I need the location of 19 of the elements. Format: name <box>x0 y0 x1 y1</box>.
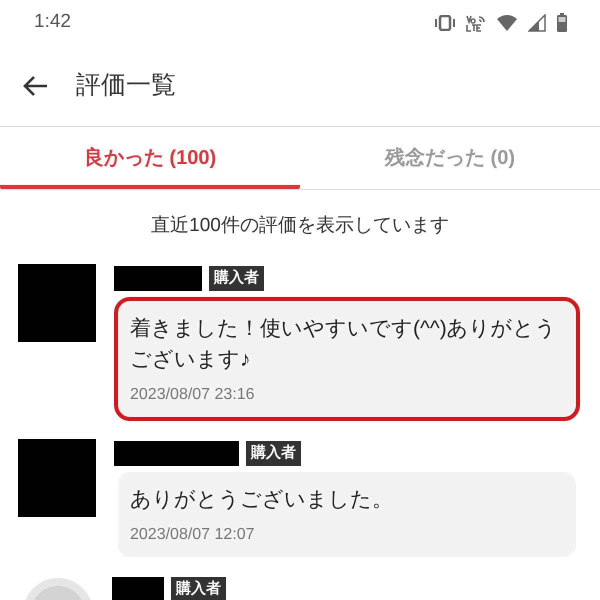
buyer-badge: 購入者 <box>209 266 264 291</box>
vibrate-icon <box>434 14 456 30</box>
buyer-badge: 購入者 <box>246 441 301 466</box>
battery-icon <box>556 12 568 32</box>
tab[interactable]: 残念だった (0) <box>300 127 600 189</box>
status-time: 1:42 <box>34 10 71 34</box>
volte-icon <box>466 14 486 32</box>
review-text: 着きました！使いやすいです(^^)ありがとうございます♪ <box>130 316 558 373</box>
signal-icon <box>528 14 546 32</box>
review-text: ありがとうございました。 <box>130 487 394 513</box>
buyer-badge: 購入者 <box>171 577 226 600</box>
back-arrow-icon[interactable] <box>22 74 48 96</box>
notice-text: 直近100件の評価を表示しています <box>151 214 449 238</box>
review-date: 2023/08/07 23:16 <box>130 385 256 405</box>
tab[interactable]: 良かった (100) <box>0 127 300 189</box>
page-title: 評価一覧 <box>76 70 176 101</box>
redacted-name <box>112 577 164 600</box>
review-date: 2023/08/07 12:07 <box>130 525 256 545</box>
wifi-icon <box>496 14 518 32</box>
